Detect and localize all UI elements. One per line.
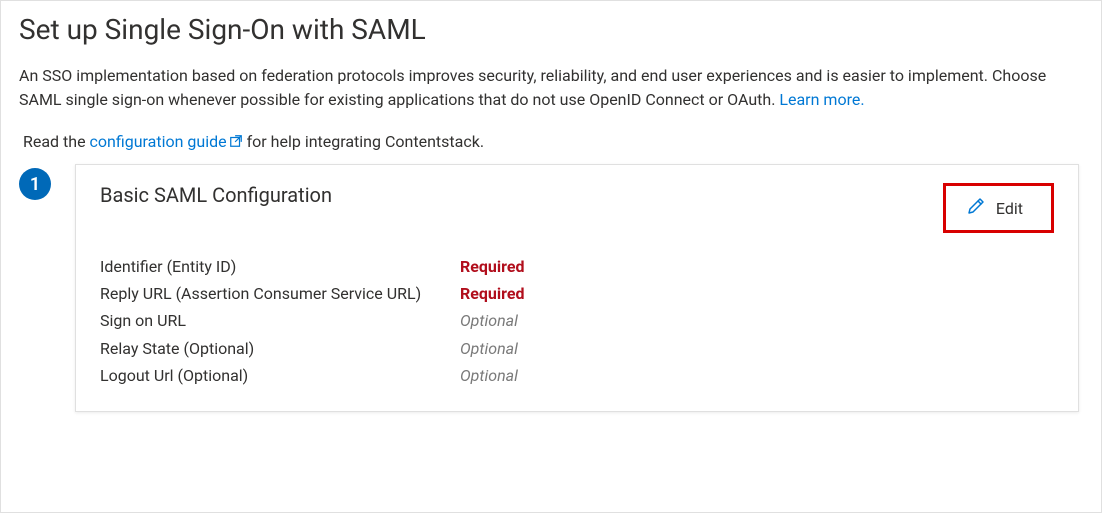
edit-button-label: Edit [996, 199, 1023, 218]
learn-more-link[interactable]: Learn more. [779, 90, 864, 109]
config-label: Relay State (Optional) [100, 335, 460, 362]
external-link-icon [229, 131, 243, 155]
config-label: Sign on URL [100, 307, 460, 334]
config-label: Logout Url (Optional) [100, 362, 460, 389]
pencil-icon [966, 196, 986, 220]
edit-button[interactable]: Edit [943, 183, 1054, 233]
step-number-badge: 1 [19, 168, 51, 200]
page-title: Set up Single Sign-On with SAML [19, 13, 1083, 46]
config-label: Identifier (Entity ID) [100, 253, 460, 280]
required-badge: Required [460, 280, 524, 307]
optional-badge: Optional [460, 335, 518, 362]
card-header: Basic SAML Configuration Edit [100, 183, 1054, 233]
guide-link-text: configuration guide [90, 132, 227, 151]
configuration-guide-link[interactable]: configuration guide [90, 132, 243, 151]
config-row: Logout Url (Optional)Optional [100, 362, 1054, 389]
config-rows: Identifier (Entity ID)RequiredReply URL … [100, 253, 1054, 389]
intro-text: An SSO implementation based on federatio… [19, 66, 1046, 109]
guide-paragraph: Read the configuration guide for help in… [23, 130, 1083, 154]
optional-badge: Optional [460, 307, 518, 334]
card-title: Basic SAML Configuration [100, 183, 332, 207]
basic-saml-config-card: Basic SAML Configuration Edit Identifier… [75, 164, 1079, 412]
step-container: 1 Basic SAML Configuration Edit Identifi… [19, 164, 1083, 412]
intro-paragraph: An SSO implementation based on federatio… [19, 64, 1083, 112]
config-row: Relay State (Optional)Optional [100, 335, 1054, 362]
optional-badge: Optional [460, 362, 518, 389]
config-row: Sign on URLOptional [100, 307, 1054, 334]
config-row: Reply URL (Assertion Consumer Service UR… [100, 280, 1054, 307]
guide-suffix: for help integrating Contentstack. [243, 132, 484, 151]
required-badge: Required [460, 253, 524, 280]
config-row: Identifier (Entity ID)Required [100, 253, 1054, 280]
config-label: Reply URL (Assertion Consumer Service UR… [100, 280, 460, 307]
guide-prefix: Read the [23, 132, 90, 151]
